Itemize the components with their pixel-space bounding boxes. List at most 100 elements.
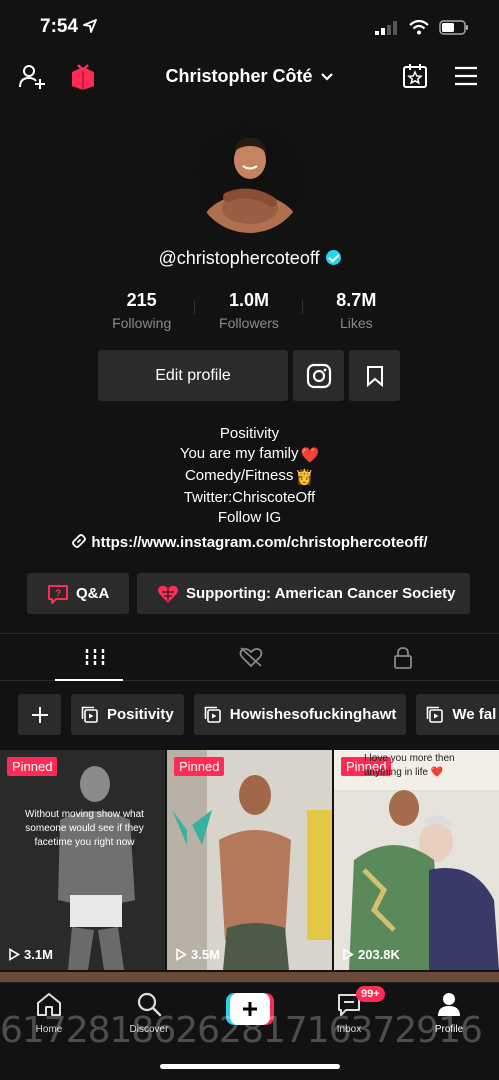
lock-icon [394,647,412,669]
followers-count: 1.0M [228,290,269,310]
video-caption-overlay: I love you more then anything in life ❤️ [364,753,455,778]
video-thumbnail[interactable]: Pinned 3.5M [167,750,332,970]
username-text: @christophercoteoff [158,248,320,268]
qa-button[interactable]: ? Q&A [27,573,129,614]
playlist-label: Positivity [107,706,174,723]
tab-videos[interactable] [84,646,106,673]
bio-line: Follow IG [217,509,282,526]
link-icon [72,534,87,548]
bio-line: You are my family ❤️ [0,444,499,466]
question-bubble-icon: ? [48,584,68,604]
status-time: 7:54 [40,16,98,38]
battery-icon [439,20,468,35]
chevron-down-icon [320,73,333,81]
play-icon [9,948,20,961]
view-count: 3.5M [175,947,220,962]
playlist-chip[interactable]: Howishesofuckinghawt [193,694,407,735]
page-title: Christopher Côté [165,66,313,86]
next-row-preview [0,972,499,982]
pinned-badge: Pinned [7,757,58,776]
video-thumbnail[interactable]: Pinned Without moving show what someone … [0,750,165,970]
likes-label: Likes [339,315,373,331]
followers-label: Followers [219,315,279,331]
hamburger-menu-icon [455,66,477,86]
profile-photo [194,122,305,233]
favorites-button[interactable] [349,350,400,401]
instagram-button[interactable] [293,350,344,401]
profile-header: Christopher Côté [0,56,499,100]
username: @christophercoteoff [0,248,499,269]
cellular-signal-icon [375,20,397,35]
playlist-icon [81,706,98,723]
heart-globe-icon [158,585,178,603]
wifi-icon [409,20,429,35]
video-preview-image [167,750,332,970]
verified-badge-icon [325,250,341,265]
followers-stat[interactable]: 1.0M Followers [195,290,303,332]
supporting-label: Supporting: American Cancer Society [186,585,456,602]
video-preview-image [334,750,499,970]
profile-stats: 215 Following 1.0M Followers 8.7M Likes [88,290,410,332]
playlist-label: Howishesofuckinghawt [229,706,397,723]
playlist-label: We fal [452,706,497,723]
tab-liked[interactable] [238,646,264,673]
home-indicator [160,1064,340,1069]
clock-text: 7:54 [40,16,79,37]
video-thumbnail[interactable]: Pinned I love you more then anything in … [334,750,499,970]
bio-line: Comedy/Fitness 👸 [0,466,499,488]
inbox-badge: 99+ [356,986,385,1002]
video-preview-image [0,750,165,970]
supporting-charity-button[interactable]: Supporting: American Cancer Society [137,573,470,614]
add-playlist-button[interactable] [18,694,61,735]
svg-text:?: ? [55,588,61,599]
status-bar: 7:54 [0,0,499,56]
profile-chips: ? Q&A Supporting: American Cancer Societ… [27,573,470,614]
view-count: 203.8K [342,947,400,962]
avatar[interactable] [194,122,305,233]
menu-button[interactable] [454,66,478,91]
likes-stat[interactable]: 8.7M Likes [303,290,410,332]
tab-private[interactable] [393,646,413,675]
view-count-text: 3.5M [191,947,220,962]
view-count-text: 3.1M [24,947,53,962]
status-icons [375,20,469,35]
link-text: https://www.instagram.com/christophercot… [91,534,428,551]
bio-link[interactable]: https://www.instagram.com/christophercot… [0,533,499,551]
pinned-badge: Pinned [174,757,225,776]
heart-emoji-icon: ❤️ [300,447,320,464]
edit-profile-label: Edit profile [155,366,231,384]
watermark-overlay: 6172818626281716372916 [0,1010,483,1051]
bio-line: Twitter:ChriscoteOff [183,489,316,506]
creator-tools-button[interactable] [402,62,428,95]
bookmark-icon [366,365,383,387]
playlist-chip[interactable]: We fal [416,694,499,735]
grid-icon [85,649,105,665]
play-icon [176,948,187,961]
following-count: 215 [126,290,157,310]
playlist-icon [204,706,221,723]
hidden-heart-icon [239,647,263,668]
content-tabs [0,633,499,681]
following-stat[interactable]: 215 Following [88,290,196,332]
location-arrow-icon [83,19,98,33]
edit-profile-button[interactable]: Edit profile [98,350,288,401]
active-tab-indicator [55,679,123,681]
instagram-icon [306,363,331,388]
bio-line-text: Comedy/Fitness [184,467,294,484]
bio-line-text: You are my family [179,445,299,462]
play-icon [343,948,354,961]
video-grid: Pinned Without moving show what someone … [0,750,499,982]
playlist-icon [427,706,444,723]
view-count: 3.1M [8,947,53,962]
qa-label: Q&A [76,585,110,602]
following-label: Following [112,315,172,331]
video-caption-overlay: Without moving show what someone would s… [25,809,144,848]
plus-icon [31,706,48,723]
profile-actions: Edit profile [98,350,400,401]
calendar-star-icon [403,64,427,88]
playlist-chip[interactable]: Positivity [71,694,184,735]
bio-line: Positivity [219,425,280,442]
queen-emoji-icon: 👸 [295,469,315,486]
playlists-row: Positivity Howishesofuckinghawt We fal [18,694,499,735]
bio: Positivity You are my family ❤️ Comedy/Fi… [0,424,499,528]
